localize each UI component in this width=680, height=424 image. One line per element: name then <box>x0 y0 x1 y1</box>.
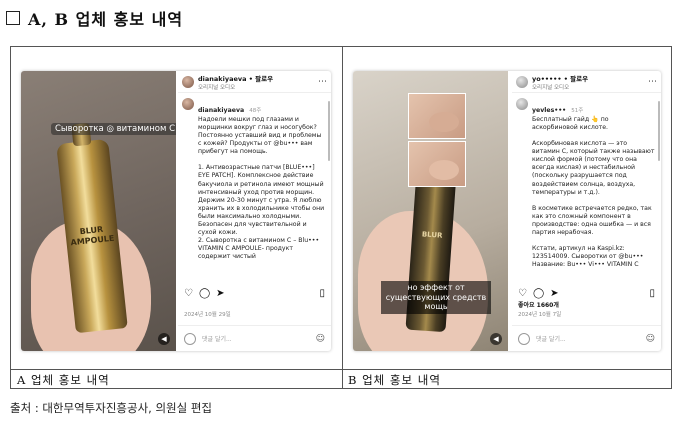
video-subtitle: но эффект от существующих средств мощь <box>381 281 491 314</box>
post-caption: Бесплатный гайд 👆 по аскорбиновой кислот… <box>532 116 655 269</box>
comment-icon[interactable]: ◯ <box>199 288 210 299</box>
heart-icon[interactable]: ♡ <box>518 288 527 299</box>
comment-bar: 댓글 달기... ☺ <box>178 325 331 351</box>
avatar[interactable] <box>182 75 194 88</box>
audio-label[interactable]: 오리지널 오디오 <box>198 83 273 91</box>
post-age: 48주 <box>249 108 262 114</box>
comment-avatar <box>184 332 196 345</box>
bottle-brand: BLUR AMPOULE <box>70 224 115 247</box>
bookmark-icon[interactable]: ▯ <box>319 288 325 299</box>
mute-icon[interactable]: ◀ <box>490 333 502 345</box>
comment-input[interactable]: 댓글 달기... <box>202 334 232 343</box>
section-title: A, B 업체 홍보 내역 <box>28 10 184 29</box>
caption-divider <box>11 369 671 370</box>
column-divider <box>342 47 343 388</box>
mute-icon[interactable]: ◀ <box>158 333 170 345</box>
likes-count[interactable]: 좋아요 1660개 <box>518 300 559 309</box>
post-date: 2024년 10월 7일 <box>518 312 562 318</box>
audio-label[interactable]: 오리지널 오디오 <box>532 83 588 91</box>
square-bullet-icon <box>6 11 20 25</box>
post-actions: ♡ ◯ ➤ ▯ <box>184 287 325 299</box>
comment-input[interactable]: 댓글 달기... <box>536 334 566 343</box>
comment-avatar <box>518 332 530 345</box>
more-options-icon[interactable]: ⋯ <box>318 77 327 87</box>
post-header: yo••••• • 팔로우 오리지널 오디오 ⋯ <box>512 71 661 93</box>
emoji-icon[interactable]: ☺ <box>316 334 325 344</box>
post-b-screenshot: BLUR но эффект от существующих средств м… <box>353 71 661 351</box>
caption-b: B 업체 홍보 내역 <box>348 373 441 387</box>
heart-icon[interactable]: ♡ <box>184 288 193 299</box>
section-heading: A, B 업체 홍보 내역 <box>6 6 183 30</box>
poster-name[interactable]: yevles••• <box>532 107 566 114</box>
emoji-icon[interactable]: ☺ <box>646 334 655 344</box>
post-caption: Надоели мешки под глазами и морщинки вок… <box>198 116 325 261</box>
bottle-brand: BLUR <box>421 230 443 240</box>
comparison-table: BLUR AMPOULE Сыворотка ◎ витамином C ◀ d… <box>10 46 672 389</box>
post-date: 2024년 10월 29일 <box>184 312 231 318</box>
account-name[interactable]: dianakiyaeva • 팔로우 <box>198 73 273 83</box>
post-actions: ♡ ◯ ➤ ▯ <box>518 287 655 299</box>
post-b-sidebar: yo••••• • 팔로우 오리지널 오디오 ⋯ yevles••• 51주 Б… <box>512 71 661 351</box>
post-b-photo: BLUR но эффект от существующих средств м… <box>353 71 508 351</box>
avatar[interactable] <box>516 75 528 88</box>
post-a-photo: BLUR AMPOULE Сыворотка ◎ витамином C ◀ <box>21 71 176 351</box>
after-face-image <box>408 141 466 187</box>
post-caption-area: dianakiyaeva 48주 Надоели мешки под глаза… <box>182 97 325 281</box>
account-name[interactable]: yo••••• • 팔로우 <box>532 73 588 83</box>
avatar[interactable] <box>182 98 194 110</box>
more-options-icon[interactable]: ⋯ <box>648 77 657 87</box>
scrollbar[interactable] <box>328 101 330 161</box>
comment-icon[interactable]: ◯ <box>533 288 544 299</box>
post-header: dianakiyaeva • 팔로우 오리지널 오디오 ⋯ <box>178 71 331 93</box>
post-caption-area: yevles••• 51주 Бесплатный гайд 👆 по аскор… <box>516 97 655 281</box>
post-age: 51주 <box>571 108 584 114</box>
before-face-image <box>408 93 466 139</box>
bookmark-icon[interactable]: ▯ <box>649 288 655 299</box>
scrollbar[interactable] <box>658 101 660 161</box>
comment-bar: 댓글 달기... ☺ <box>512 325 661 351</box>
post-a-sidebar: dianakiyaeva • 팔로우 오리지널 오디오 ⋯ dianakiyae… <box>178 71 331 351</box>
share-icon[interactable]: ➤ <box>216 288 224 299</box>
poster-name[interactable]: dianakiyaeva <box>198 107 244 114</box>
source-note: 출처 : 대한무역투자진흥공사, 의원실 편집 <box>10 401 213 415</box>
avatar[interactable] <box>516 98 528 110</box>
overlay-tag: Сыворотка ◎ витамином C <box>51 123 176 135</box>
caption-a: A 업체 홍보 내역 <box>17 373 110 387</box>
post-a-screenshot: BLUR AMPOULE Сыворотка ◎ витамином C ◀ d… <box>21 71 331 351</box>
share-icon[interactable]: ➤ <box>550 288 558 299</box>
